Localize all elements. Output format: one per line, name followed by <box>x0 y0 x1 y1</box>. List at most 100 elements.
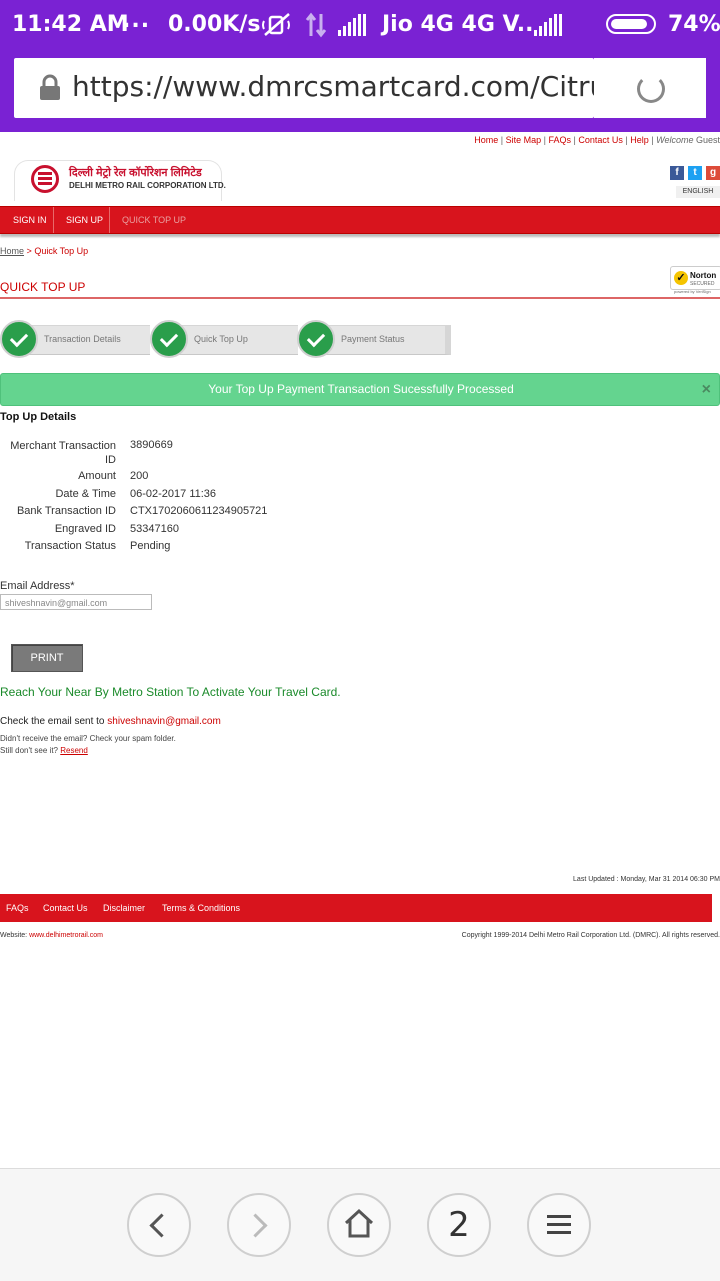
twitter-icon[interactable]: t <box>688 166 702 180</box>
detail-label: Date & Time <box>55 488 116 500</box>
detail-label: Transaction Status <box>24 540 116 552</box>
reload-icon <box>637 75 665 103</box>
footer-link-contact[interactable]: Contact Us <box>43 894 88 922</box>
email-sent-note: Check the email sent to shiveshnavin@gma… <box>0 716 221 727</box>
footer-nav: FAQs Contact Us Disclaimer Terms & Condi… <box>0 894 712 922</box>
nav-sign-in[interactable]: SIGN IN <box>7 207 54 233</box>
detail-value: CTX1702060611234905721 <box>130 505 268 517</box>
forward-icon <box>243 1213 268 1238</box>
success-alert: Your Top Up Payment Transaction Sucessfu… <box>0 373 720 406</box>
nav-sign-up[interactable]: SIGN UP <box>60 207 111 233</box>
footer-link-disclaimer[interactable]: Disclaimer <box>103 894 145 922</box>
detail-value: 200 <box>130 470 149 482</box>
detail-label: Amount <box>78 470 116 482</box>
battery-percent: 74% <box>668 12 720 37</box>
step-check-icon <box>0 320 38 358</box>
tabs-icon: 2 <box>448 1205 470 1245</box>
norton-badge[interactable]: ✓ Norton SECURED powered by VeriSign <box>670 264 720 294</box>
notification-dots: ... <box>122 8 151 33</box>
breadcrumb: Home > Quick Top Up <box>0 246 88 256</box>
progress-steps: Transaction Details Quick Top Up Payment… <box>0 320 451 360</box>
main-nav: SIGN IN SIGN UP QUICK TOP UP <box>0 206 720 234</box>
email-sent-address: shiveshnavin@gmail.com <box>107 716 221 727</box>
norton-powered: powered by VeriSign <box>674 289 711 294</box>
logo-english-text: DELHI METRO RAIL CORPORATION LTD. <box>69 181 226 190</box>
url-text[interactable]: https://www.dmrcsmartcard.com/Citrus_P <box>72 70 594 103</box>
breadcrumb-home[interactable]: Home <box>0 246 24 256</box>
battery-icon <box>606 14 656 34</box>
menu-icon <box>547 1215 571 1218</box>
facebook-icon[interactable]: f <box>670 166 684 180</box>
lock-icon <box>38 74 62 107</box>
home-icon <box>344 1208 374 1238</box>
mute-icon <box>262 11 292 43</box>
page-title: QUICK TOP UP <box>0 280 86 294</box>
step-check-icon <box>297 320 335 358</box>
nav-quick-top-up[interactable]: QUICK TOP UP <box>116 207 192 233</box>
data-arrows-icon <box>304 12 328 42</box>
detail-label: Bank Transaction ID <box>16 505 116 517</box>
browser-bottom-nav: 2 <box>0 1168 720 1281</box>
step-check-icon <box>150 320 188 358</box>
browser-toolbar: https://www.dmrcsmartcard.com/Citrus_P <box>0 50 720 132</box>
clock: 11:42 AM <box>12 12 129 37</box>
status-bar: 11:42 AM ... 0.00K/s Jio 4G 4G V.. 74% <box>0 0 720 50</box>
dmrc-logo-icon <box>31 165 59 193</box>
footer-link-terms[interactable]: Terms & Conditions <box>162 894 240 922</box>
alert-message: Your Top Up Payment Transaction Sucessfu… <box>208 382 514 396</box>
detail-value: 06-02-2017 11:36 <box>130 488 217 500</box>
email-field[interactable]: shiveshnavin@gmail.com <box>0 594 152 610</box>
title-divider <box>0 297 720 299</box>
top-links: Home | Site Map | FAQs | Contact Us | He… <box>474 135 720 145</box>
detail-value: 53347160 <box>130 523 179 535</box>
logo-hindi-text: दिल्ली मेट्रो रेल कॉर्पोरेशन लिमिटेड <box>69 167 202 179</box>
details-heading: Top Up Details <box>0 411 77 423</box>
welcome-user: Guest <box>695 135 720 145</box>
last-updated: Last Updated : Monday, Mar 31 2014 06:30… <box>573 876 720 883</box>
google-plus-icon[interactable]: g <box>706 166 720 180</box>
top-link-sitemap[interactable]: Site Map <box>506 135 542 145</box>
signal-icon <box>338 14 366 36</box>
email-sent-prefix: Check the email sent to <box>0 716 105 727</box>
step-label: Transaction Details <box>44 334 121 344</box>
top-link-contact[interactable]: Contact Us <box>578 135 623 145</box>
detail-label: Merchant Transaction ID <box>10 440 116 466</box>
back-icon <box>149 1213 174 1238</box>
back-button[interactable] <box>127 1193 191 1257</box>
breadcrumb-current: Quick Top Up <box>34 246 89 256</box>
activation-note: Reach Your Near By Metro Station To Acti… <box>0 685 341 699</box>
signal-icon <box>534 14 562 36</box>
top-link-faqs[interactable]: FAQs <box>549 135 572 145</box>
welcome-label: Welcome <box>656 135 694 145</box>
norton-sub: SECURED <box>690 281 715 287</box>
print-button[interactable]: PRINT <box>11 644 83 672</box>
resend-note: Still don't see it? Resend <box>0 746 88 755</box>
detail-label: Engraved ID <box>54 523 116 535</box>
home-button[interactable] <box>327 1193 391 1257</box>
close-icon[interactable]: × <box>702 374 711 405</box>
breadcrumb-separator: > <box>26 246 32 256</box>
address-bar[interactable]: https://www.dmrcsmartcard.com/Citrus_P <box>14 58 594 118</box>
step-label: Quick Top Up <box>194 334 248 344</box>
logo[interactable]: दिल्ली मेट्रो रेल कॉर्पोरेशन लिमिटेड DEL… <box>14 160 226 201</box>
menu-button[interactable] <box>527 1193 591 1257</box>
footer-link-faqs[interactable]: FAQs <box>6 894 29 922</box>
carrier-label: Jio 4G 4G V.. <box>382 12 534 37</box>
spam-note: Didn't receive the email? Check your spa… <box>0 734 176 743</box>
detail-value: Pending <box>130 540 171 552</box>
norton-title: Norton <box>690 271 717 280</box>
top-link-help[interactable]: Help <box>630 135 649 145</box>
top-link-home[interactable]: Home <box>474 135 498 145</box>
tabs-button[interactable]: 2 <box>427 1193 491 1257</box>
email-label: Email Address* <box>0 580 75 592</box>
language-select[interactable]: ENGLISH <box>676 186 720 198</box>
resend-prefix: Still don't see it? <box>0 746 59 755</box>
network-speed: 0.00K/s <box>168 12 261 37</box>
resend-link[interactable]: Resend <box>60 746 88 755</box>
reload-button[interactable] <box>594 58 706 118</box>
checkmark-icon: ✓ <box>674 271 688 285</box>
detail-value: 3890669 <box>130 439 173 451</box>
step-label: Payment Status <box>341 334 405 344</box>
forward-button[interactable] <box>227 1193 291 1257</box>
copyright: Copyright 1999-2014 Delhi Metro Rail Cor… <box>461 932 720 939</box>
